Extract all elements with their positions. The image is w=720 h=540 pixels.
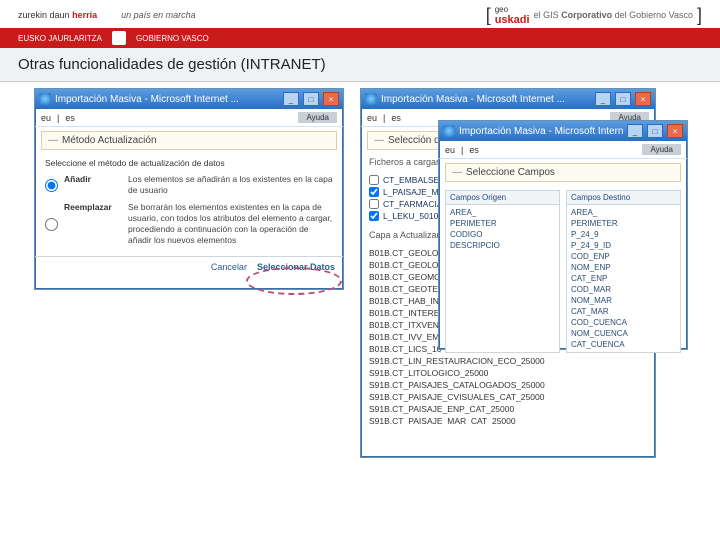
dest-fields[interactable]: Campos Destino AREA_ PERIMETER P_24_9 P_… [566,190,681,353]
logo-pais: un país en marcha [121,10,196,20]
pane-body: Seleccione el método de actualización de… [35,154,343,256]
page-title: Otras funcionalidades de gestión (INTRAN… [18,56,702,73]
field-item[interactable]: P_24_9 [571,229,676,240]
section-header: — Método Actualización [41,131,337,150]
gov-eu: EUSKO JAURLARITZA [18,34,102,43]
field-mapping: Campos Origen AREA_ PERIMETER CODIGO DES… [439,186,687,357]
close-button[interactable]: × [323,92,339,106]
window-title: Importación Masiva - Microsoft Internet … [55,94,279,105]
layer-item[interactable]: S91B.CT_LITOLOGICO_25000 [369,367,647,379]
titlebar[interactable]: Importación Masiva - Microsoft Internet … [439,121,687,141]
field-item[interactable]: CAT_MAR [571,306,676,317]
toolbar: eu| es Ayuda [439,141,687,159]
source-fields[interactable]: Campos Origen AREA_ PERIMETER CODIGO DES… [445,190,560,353]
lang-eu[interactable]: eu [445,145,455,155]
toolbar: eu| es Ayuda [35,109,343,127]
lang-es[interactable]: es [391,113,401,123]
field-item[interactable]: NOM_CUENCA [571,328,676,339]
field-item[interactable]: COD_CUENCA [571,317,676,328]
shield-icon [112,31,126,45]
field-item[interactable]: PERIMETER [571,218,676,229]
field-item[interactable]: CODIGO [450,229,555,240]
field-item[interactable]: COD_MAR [571,284,676,295]
field-item[interactable]: DESCRIPCIO [450,240,555,251]
radio-add[interactable]: Añadir Los elementos se añadirán a los e… [45,174,333,196]
help-button[interactable]: Ayuda [298,112,337,123]
ie-icon [39,93,51,105]
gov-es: GOBIERNO VASCO [136,34,209,43]
logo-herria: zurekin daun herria [18,10,97,20]
titlebar[interactable]: Importación Masiva - Microsoft Internet … [35,89,343,109]
collapse-icon[interactable]: — [452,167,462,178]
field-item[interactable]: NOM_ENP [571,262,676,273]
lang-eu[interactable]: eu [367,113,377,123]
section-header: — Seleccione Campos [445,163,681,182]
field-item[interactable]: AREA_ [571,207,676,218]
field-item[interactable]: CAT_ENP [571,273,676,284]
brand-geoeuskadi: [ geo uskadi el GIS Corporativo del Gobi… [486,4,702,26]
field-item[interactable]: COD_ENP [571,251,676,262]
collapse-icon[interactable]: — [374,135,384,146]
minimize-button[interactable]: _ [595,92,611,106]
cancel-button[interactable]: Cancelar [211,262,247,272]
minimize-button[interactable]: _ [627,124,643,138]
col-header: Campos Origen [446,191,559,205]
field-item[interactable]: CAT_CUENCA [571,339,676,350]
maximize-button[interactable]: □ [647,124,663,138]
slide-title-bar: Otras funcionalidades de gestión (INTRAN… [0,48,720,82]
button-bar: Cancelar Seleccionar Datos [35,256,343,277]
field-item[interactable]: P_24_9_ID [571,240,676,251]
titlebar[interactable]: Importación Masiva - Microsoft Internet … [361,89,655,109]
lang-es[interactable]: es [65,113,75,123]
gov-bar: EUSKO JAURLARITZA GOBIERNO VASCO [0,28,720,48]
radio-replace-label: Reemplazar [64,202,122,246]
field-item[interactable]: AREA_ [450,207,555,218]
col-header: Campos Destino [567,191,680,205]
screenshot-stage: Importación Masiva - Microsoft Internet … [0,82,720,512]
prompt-text: Seleccione el método de actualización de… [45,158,333,168]
help-button[interactable]: Ayuda [642,144,681,155]
window-title: Importación Masiva - Microsoft Internet … [459,126,623,137]
file-checkbox[interactable] [369,211,379,221]
collapse-icon[interactable]: — [48,135,58,146]
radio-replace-input[interactable] [45,203,58,246]
minimize-button[interactable]: _ [283,92,299,106]
window-campos: Importación Masiva - Microsoft Internet … [438,120,688,350]
ie-icon [443,125,455,137]
field-item[interactable]: NOM_MAR [571,295,676,306]
maximize-button[interactable]: □ [615,92,631,106]
lang-es[interactable]: es [469,145,479,155]
select-data-button[interactable]: Seleccionar Datos [257,262,335,272]
brand-bar: zurekin daun herria un país en marcha [ … [0,0,720,28]
file-checkbox[interactable] [369,199,379,209]
layer-item[interactable]: S91B.CT_PAISAJE_CVISUALES_CAT_25000 [369,391,647,403]
file-checkbox[interactable] [369,187,379,197]
file-checkbox[interactable] [369,175,379,185]
radio-add-input[interactable] [45,175,58,196]
layer-item[interactable]: S91B.CT_PAISAJES_CATALOGADOS_25000 [369,379,647,391]
maximize-button[interactable]: □ [303,92,319,106]
close-button[interactable]: × [635,92,651,106]
radio-add-label: Añadir [64,174,122,196]
window-title: Importación Masiva - Microsoft Internet … [381,94,591,105]
layer-item[interactable]: S91B.CT_PAISAJE_ENP_CAT_25000 [369,403,647,415]
window-metodo: Importación Masiva - Microsoft Internet … [34,88,344,290]
close-button[interactable]: × [667,124,683,138]
layer-item[interactable]: S91B.CT_PAISAJE_MAR_CAT_25000 [369,415,647,425]
radio-replace[interactable]: Reemplazar Se borrarán los elementos exi… [45,202,333,246]
lang-eu[interactable]: eu [41,113,51,123]
ie-icon [365,93,377,105]
field-item[interactable]: PERIMETER [450,218,555,229]
